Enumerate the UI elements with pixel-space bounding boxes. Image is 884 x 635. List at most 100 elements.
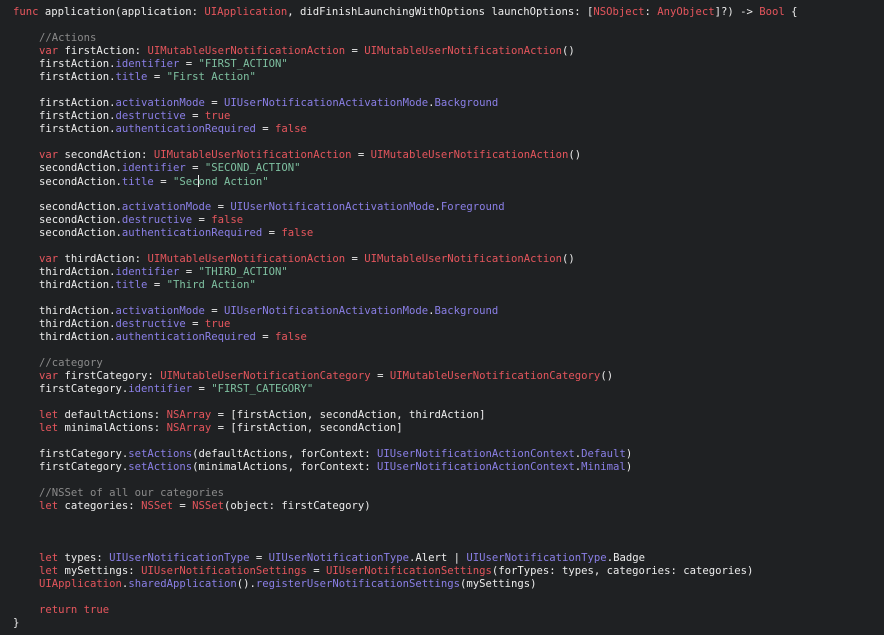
code-line[interactable]: secondAction.destructive = false bbox=[0, 214, 884, 227]
code-line[interactable] bbox=[0, 513, 884, 526]
code-token: categories: bbox=[58, 500, 142, 512]
code-line[interactable]: thirdAction.identifier = "THIRD_ACTION" bbox=[0, 266, 884, 279]
code-line[interactable] bbox=[0, 84, 884, 97]
code-line[interactable]: let mySettings: UIUserNotificationSettin… bbox=[0, 565, 884, 578]
code-line[interactable]: firstCategory.setActions(defaultActions,… bbox=[0, 448, 884, 461]
code-token: AnyObject bbox=[657, 6, 715, 18]
code-token: firstAction: bbox=[58, 45, 148, 57]
code-token: = bbox=[345, 253, 365, 265]
code-token: ]?) -> bbox=[714, 6, 760, 18]
code-line[interactable]: //Actions bbox=[0, 32, 884, 45]
code-line[interactable] bbox=[0, 591, 884, 604]
code-line[interactable] bbox=[0, 396, 884, 409]
code-token: firstAction. bbox=[39, 110, 116, 122]
code-line[interactable]: secondAction.authenticationRequired = fa… bbox=[0, 227, 884, 240]
code-line[interactable] bbox=[0, 188, 884, 201]
code-token: authenticationRequired bbox=[115, 331, 256, 343]
code-line[interactable]: } bbox=[0, 617, 884, 630]
code-token: UIMutableUserNotificationAction bbox=[153, 149, 352, 161]
code-line[interactable]: thirdAction.title = "Third Action" bbox=[0, 279, 884, 292]
code-line[interactable] bbox=[0, 19, 884, 32]
code-token: true bbox=[204, 110, 231, 122]
code-line[interactable] bbox=[0, 539, 884, 552]
code-line[interactable]: func application(application: UIApplicat… bbox=[0, 6, 884, 19]
code-line[interactable]: //category bbox=[0, 357, 884, 370]
code-token: firstCategory. bbox=[39, 461, 129, 473]
code-token: activationMode bbox=[121, 201, 212, 213]
code-token: let bbox=[39, 552, 59, 564]
code-line[interactable]: firstAction.activationMode = UIUserNotif… bbox=[0, 97, 884, 110]
code-line[interactable]: thirdAction.activationMode = UIUserNotif… bbox=[0, 305, 884, 318]
code-line[interactable]: let types: UIUserNotificationType = UIUs… bbox=[0, 552, 884, 565]
code-line[interactable]: //NSSet of all our categories bbox=[0, 487, 884, 500]
code-token: secondAction. bbox=[39, 227, 122, 239]
code-token: var bbox=[39, 370, 59, 382]
code-token: = bbox=[249, 552, 269, 564]
code-line[interactable]: UIApplication.sharedApplication().regist… bbox=[0, 578, 884, 591]
code-line[interactable]: return true bbox=[0, 604, 884, 617]
code-line[interactable]: let categories: NSSet = NSSet(object: fi… bbox=[0, 500, 884, 513]
code-line[interactable]: firstAction.title = "First Action" bbox=[0, 71, 884, 84]
code-token: title bbox=[121, 176, 154, 188]
code-line[interactable]: firstCategory.identifier = "FIRST_CATEGO… bbox=[0, 383, 884, 396]
code-token: UIUserNotificationSettings bbox=[141, 565, 307, 577]
code-line[interactable]: thirdAction.destructive = true bbox=[0, 318, 884, 331]
code-token: mySettings: bbox=[58, 565, 142, 577]
code-token: UIMutableUserNotificationAction bbox=[370, 149, 569, 161]
code-line[interactable] bbox=[0, 136, 884, 149]
code-token: = bbox=[345, 45, 365, 57]
code-token: UIUserNotificationActivationMode bbox=[230, 201, 435, 213]
code-token: UIUserNotificationSettings bbox=[326, 565, 492, 577]
code-token: () bbox=[562, 253, 575, 265]
code-token: NSSet bbox=[192, 500, 224, 512]
code-token: = bbox=[351, 149, 371, 161]
code-token: identifier bbox=[115, 58, 180, 70]
code-line[interactable]: secondAction.title = "Second Action" bbox=[0, 175, 884, 188]
code-token: firstCategory. bbox=[39, 448, 129, 460]
code-token: = bbox=[147, 71, 167, 83]
code-token: thirdAction. bbox=[39, 279, 116, 291]
code-line[interactable]: firstAction.destructive = true bbox=[0, 110, 884, 123]
code-token: UIUserNotificationActivationMode bbox=[223, 305, 429, 317]
code-line[interactable]: let defaultActions: NSArray = [firstActi… bbox=[0, 409, 884, 422]
code-token: (mySettings) bbox=[460, 578, 537, 590]
code-token: activationMode bbox=[115, 305, 205, 317]
code-token: "First Action" bbox=[166, 71, 256, 83]
code-token: secondAction: bbox=[58, 149, 154, 161]
code-token: "THIRD_ACTION" bbox=[198, 266, 288, 278]
code-line[interactable]: var thirdAction: UIMutableUserNotificati… bbox=[0, 253, 884, 266]
code-token: UIMutableUserNotificationAction bbox=[147, 45, 346, 57]
code-token: types: bbox=[58, 552, 110, 564]
code-token: thirdAction. bbox=[39, 305, 116, 317]
code-line[interactable]: firstCategory.setActions(minimalActions,… bbox=[0, 461, 884, 474]
code-token: = bbox=[262, 227, 282, 239]
code-line[interactable]: firstAction.authenticationRequired = fal… bbox=[0, 123, 884, 136]
code-token: var bbox=[39, 149, 59, 161]
code-line[interactable] bbox=[0, 435, 884, 448]
code-token: "FIRST_CATEGORY" bbox=[211, 383, 314, 395]
code-line[interactable]: var secondAction: UIMutableUserNotificat… bbox=[0, 149, 884, 162]
code-line[interactable]: let minimalActions: NSArray = [firstActi… bbox=[0, 422, 884, 435]
code-line[interactable]: var firstCategory: UIMutableUserNotifica… bbox=[0, 370, 884, 383]
code-line[interactable]: secondAction.activationMode = UIUserNoti… bbox=[0, 201, 884, 214]
code-line[interactable] bbox=[0, 240, 884, 253]
code-line[interactable] bbox=[0, 292, 884, 305]
code-token: NSObject bbox=[593, 6, 645, 18]
code-token: UIApplication bbox=[39, 578, 122, 590]
code-line[interactable] bbox=[0, 474, 884, 487]
code-token: UIMutableUserNotificationAction bbox=[364, 253, 563, 265]
code-token: minimalActions: bbox=[58, 422, 167, 434]
code-token: registerUserNotificationSettings bbox=[255, 578, 460, 590]
code-editor[interactable]: func application(application: UIApplicat… bbox=[0, 0, 884, 635]
code-line[interactable]: secondAction.identifier = "SECOND_ACTION… bbox=[0, 162, 884, 175]
code-line[interactable]: thirdAction.authenticationRequired = fal… bbox=[0, 331, 884, 344]
code-token: let bbox=[39, 422, 59, 434]
code-token: title bbox=[115, 279, 148, 291]
code-line[interactable]: firstAction.identifier = "FIRST_ACTION" bbox=[0, 58, 884, 71]
code-line[interactable] bbox=[0, 344, 884, 357]
code-token: "SECOND_ACTION" bbox=[204, 162, 301, 174]
code-token: = bbox=[153, 176, 173, 188]
code-line[interactable]: var firstAction: UIMutableUserNotificati… bbox=[0, 45, 884, 58]
code-line[interactable] bbox=[0, 526, 884, 539]
code-token: = bbox=[172, 500, 193, 512]
